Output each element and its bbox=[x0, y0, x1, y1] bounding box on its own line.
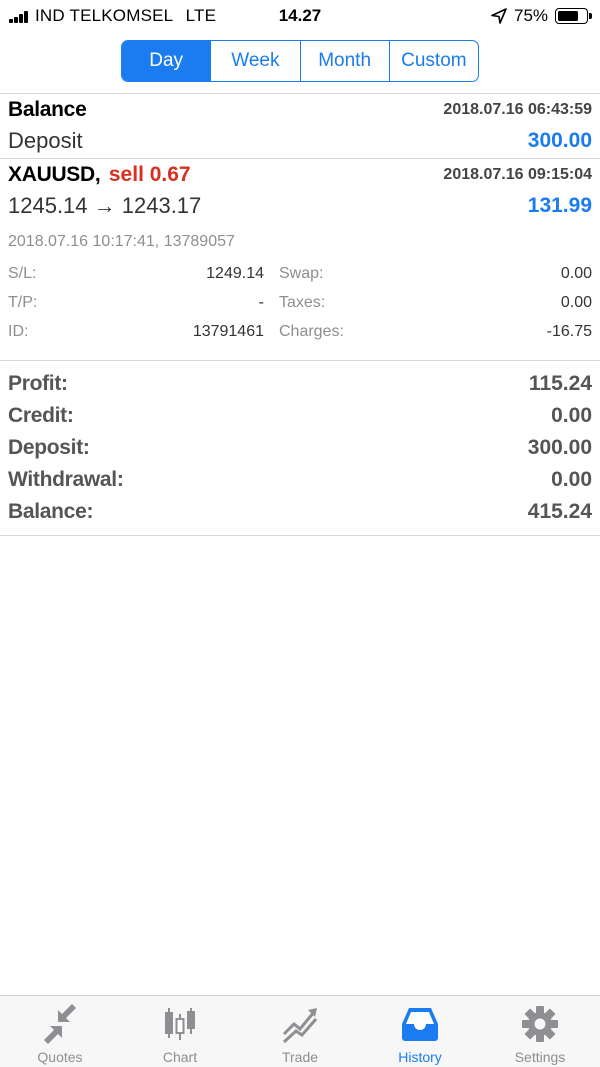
id-value: 13791461 bbox=[192, 323, 264, 340]
trade-symbol: XAUUSD, bbox=[8, 163, 101, 186]
charges-value: -16.75 bbox=[546, 323, 592, 340]
tab-bar: Quotes Chart Trade History Settings bbox=[0, 995, 600, 1067]
battery-fill bbox=[558, 11, 578, 21]
period-week-button[interactable]: Week bbox=[210, 41, 299, 81]
summary-balance-label: Balance: bbox=[8, 500, 94, 523]
taxes-label: Taxes: bbox=[279, 294, 326, 311]
period-day-button[interactable]: Day bbox=[122, 41, 211, 81]
trade-side: sell 0.67 bbox=[108, 163, 191, 186]
battery-icon bbox=[555, 8, 588, 24]
summary-deposit-value: 300.00 bbox=[527, 436, 592, 459]
trade-profit: 131.99 bbox=[527, 194, 592, 217]
tab-chart-label: Chart bbox=[162, 1049, 198, 1065]
tab-quotes-label: Quotes bbox=[37, 1049, 83, 1065]
divider bbox=[0, 158, 600, 159]
quotes-icon bbox=[44, 1004, 76, 1044]
trade-header: XAUUSD, sell 0.67 bbox=[8, 163, 191, 187]
summary-balance-value: 415.24 bbox=[527, 500, 592, 523]
tab-history[interactable]: History bbox=[360, 996, 480, 1067]
sl-value: 1249.14 bbox=[206, 265, 264, 282]
tab-history-label: History bbox=[398, 1049, 442, 1065]
sl-label: S/L: bbox=[8, 265, 37, 282]
tab-trade-label: Trade bbox=[281, 1049, 319, 1065]
trade-close-time: 2018.07.16 09:15:04 bbox=[443, 166, 592, 183]
deposit-title: Balance bbox=[8, 98, 87, 121]
summary-withdrawal-label: Withdrawal: bbox=[8, 468, 124, 491]
trade-prices: 1245.14 → 1243.17 bbox=[8, 193, 202, 218]
summary-deposit-label: Deposit: bbox=[8, 436, 90, 459]
swap-label: Swap: bbox=[279, 265, 324, 282]
trade-open-info: 2018.07.16 10:17:41, 13789057 bbox=[8, 233, 235, 250]
tab-quotes[interactable]: Quotes bbox=[0, 996, 120, 1067]
trade-icon bbox=[282, 1008, 318, 1044]
location-arrow-icon bbox=[491, 8, 507, 24]
tp-label: T/P: bbox=[8, 294, 38, 311]
summary-profit-value: 115.24 bbox=[528, 372, 592, 395]
chart-icon bbox=[165, 1008, 195, 1040]
tp-value: - bbox=[258, 294, 264, 311]
settings-icon bbox=[522, 1006, 558, 1042]
summary-credit-label: Credit: bbox=[8, 404, 74, 427]
deposit-type: Deposit bbox=[8, 128, 83, 153]
deposit-timestamp: 2018.07.16 06:43:59 bbox=[443, 101, 592, 118]
divider bbox=[0, 93, 600, 94]
swap-value: 0.00 bbox=[560, 265, 592, 282]
tab-settings[interactable]: Settings bbox=[480, 996, 600, 1067]
divider bbox=[0, 360, 600, 361]
summary-withdrawal-value: 0.00 bbox=[551, 468, 592, 491]
period-month-button[interactable]: Month bbox=[299, 41, 389, 81]
status-time: 14.27 bbox=[278, 6, 322, 25]
summary-profit-label: Profit: bbox=[8, 372, 68, 395]
period-custom-button[interactable]: Custom bbox=[388, 41, 478, 81]
divider bbox=[0, 535, 600, 536]
deposit-amount: 300.00 bbox=[527, 129, 592, 152]
tab-chart[interactable]: Chart bbox=[120, 996, 240, 1067]
battery-percent: 75% bbox=[514, 6, 549, 25]
status-bar: IND TELKOMSEL LTE 14.27 75% bbox=[0, 0, 600, 34]
tab-settings-label: Settings bbox=[514, 1049, 566, 1065]
charges-label: Charges: bbox=[279, 323, 344, 340]
history-icon bbox=[402, 1008, 438, 1041]
summary-credit-value: 0.00 bbox=[551, 404, 592, 427]
tab-trade[interactable]: Trade bbox=[240, 996, 360, 1067]
id-label: ID: bbox=[8, 323, 29, 340]
taxes-value: 0.00 bbox=[560, 294, 592, 311]
period-selector: Day Week Month Custom bbox=[121, 40, 479, 82]
battery-cap bbox=[589, 13, 592, 19]
